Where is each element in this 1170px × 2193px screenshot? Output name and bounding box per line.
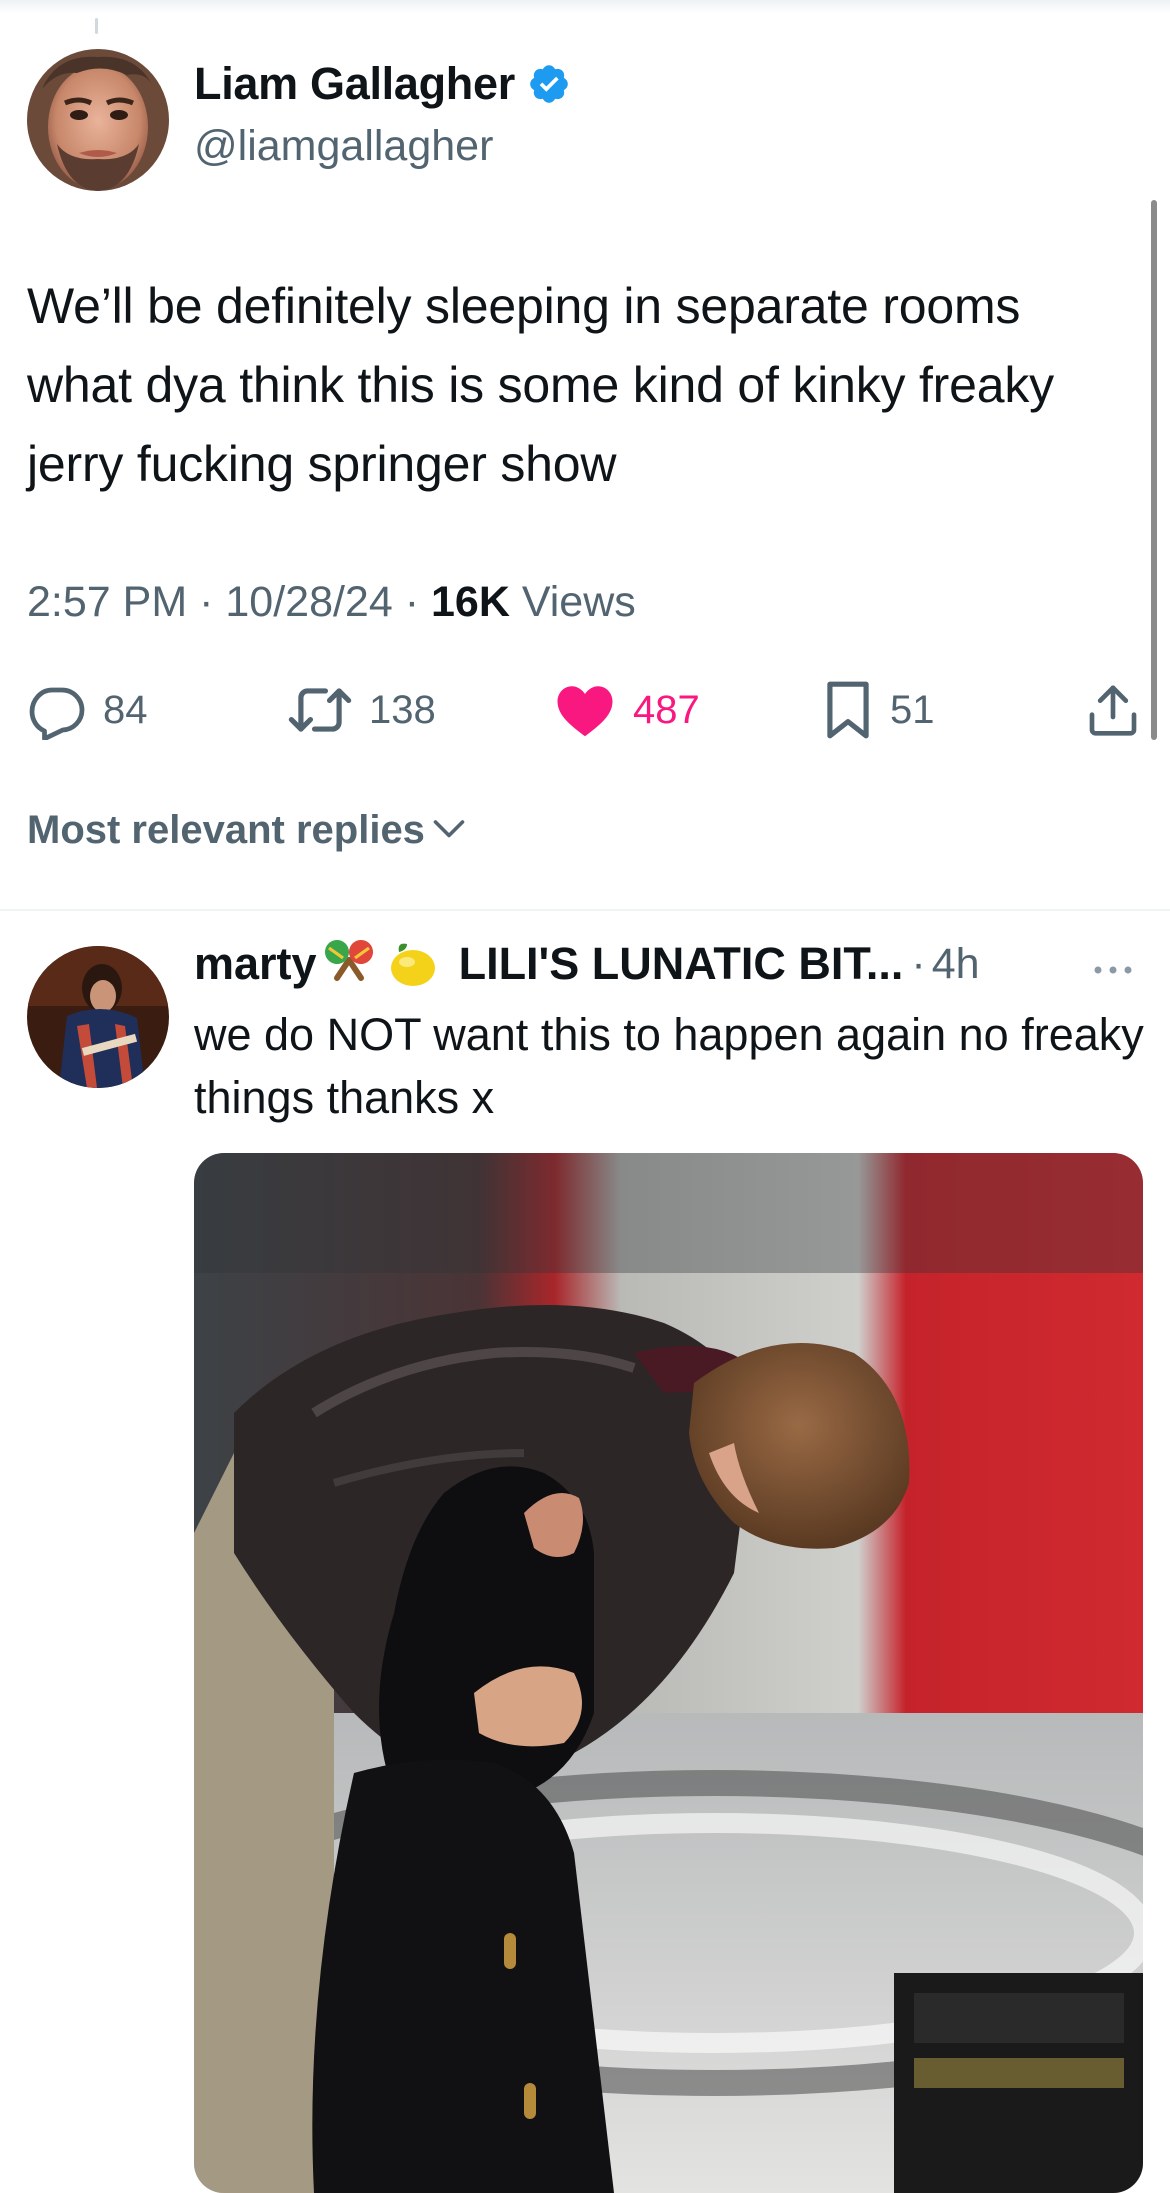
top-edge [0, 0, 1170, 14]
replies-sort-label: Most relevant replies [27, 808, 425, 852]
author-line: Liam Gallagher [194, 58, 571, 110]
tweet-date[interactable]: 10/28/24 [225, 578, 392, 627]
pull-indicator [95, 18, 98, 34]
like-button[interactable]: 487 [555, 678, 700, 742]
share-icon [1085, 680, 1141, 740]
chevron-down-icon [431, 808, 467, 853]
reply-time[interactable]: 4h [932, 940, 980, 989]
more-dots-icon[interactable] [1090, 960, 1136, 985]
maracas-icon [317, 938, 381, 990]
scrollbar[interactable] [1151, 200, 1157, 740]
author-name[interactable]: Liam Gallagher [194, 58, 515, 110]
reply-photo[interactable] [194, 1153, 1143, 2193]
share-button[interactable] [1085, 678, 1141, 742]
divider [0, 909, 1170, 911]
reply-text: we do NOT want this to happen again no f… [194, 1009, 1144, 1123]
reply-count: 84 [103, 687, 148, 732]
like-count: 487 [633, 687, 700, 732]
heart-filled-icon [555, 682, 615, 738]
bookmark-icon [822, 679, 874, 741]
tweet-text: We’ll be definitely sleeping in separate… [27, 278, 1054, 492]
retweet-icon [287, 680, 353, 740]
replies-sort-dropdown[interactable]: Most relevant replies [27, 808, 467, 853]
lemon-icon [381, 938, 445, 990]
bookmark-button[interactable]: 51 [822, 678, 935, 742]
reply-button[interactable]: 84 [27, 678, 148, 742]
reply-bubble-icon [27, 680, 87, 740]
bookmark-count: 51 [890, 687, 935, 732]
reply-display-name-suffix[interactable]: LILI'S LUNATIC BIT... [459, 938, 904, 990]
tweet-meta: 2:57 PM · 10/28/24 · 16K Views [27, 578, 636, 627]
reply-display-name[interactable]: marty [194, 938, 317, 990]
reply-header: marty LILI'S LUNATIC BIT... · 4h [194, 938, 980, 990]
author-handle[interactable]: @liamgallagher [194, 122, 493, 171]
tweet-time[interactable]: 2:57 PM [27, 578, 187, 627]
reply-separator: · [911, 939, 926, 988]
reply-avatar[interactable] [27, 946, 169, 1088]
retweet-button[interactable]: 138 [287, 678, 436, 742]
views-label[interactable]: Views [522, 578, 636, 627]
verified-badge-icon [527, 62, 571, 106]
author-avatar[interactable] [27, 49, 169, 191]
retweet-count: 138 [369, 687, 436, 732]
meta-separator: · [404, 578, 420, 626]
views-count[interactable]: 16K [431, 578, 510, 627]
meta-separator: · [199, 578, 214, 626]
